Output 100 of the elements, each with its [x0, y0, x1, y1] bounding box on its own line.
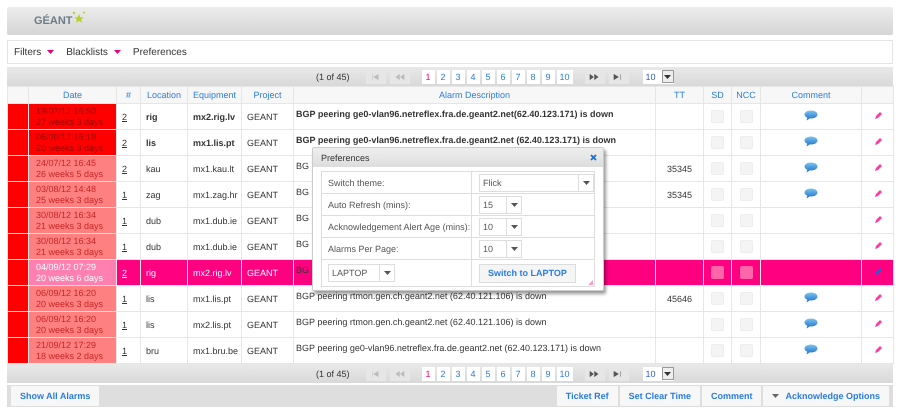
stars-icon: [70, 11, 86, 25]
ticket-cell: 45646: [656, 286, 704, 312]
column-header[interactable]: Comment: [760, 86, 862, 104]
column-header[interactable]: #: [116, 86, 140, 104]
caret-icon: [582, 180, 590, 184]
project-cell: GEANT: [242, 286, 294, 312]
page-button[interactable]: 6: [496, 70, 510, 84]
speech-bubble-icon[interactable]: [804, 110, 818, 121]
location-cell: zag: [140, 182, 188, 208]
close-icon[interactable]: [590, 154, 597, 161]
column-header[interactable]: Equipment: [188, 86, 242, 104]
page-button[interactable]: 9: [542, 70, 555, 84]
caret-icon: [664, 372, 672, 376]
action-button[interactable]: Ticket Ref: [556, 386, 618, 406]
page-button[interactable]: 7: [512, 70, 525, 84]
pencil-icon[interactable]: [874, 190, 882, 198]
speech-bubble-icon[interactable]: [804, 136, 818, 147]
page-button[interactable]: 8: [526, 70, 540, 84]
menu-item[interactable]: Blacklists: [66, 46, 121, 58]
count-link[interactable]: 1: [122, 346, 128, 356]
date-cell: 19/07/12 16:50 27 weeks 3 days: [28, 104, 116, 130]
count-link[interactable]: 1: [122, 242, 128, 252]
pencil-icon[interactable]: [874, 112, 882, 120]
column-header[interactable]: Location: [140, 86, 188, 104]
count-link[interactable]: 1: [122, 294, 128, 304]
pencil-icon[interactable]: [874, 320, 882, 328]
per-page-select[interactable]: 10: [642, 70, 674, 84]
page-button[interactable]: 9: [542, 366, 555, 380]
page-button[interactable]: 10: [556, 70, 573, 84]
count-link[interactable]: 1: [122, 216, 128, 226]
speech-bubble-icon[interactable]: [804, 318, 818, 329]
switch-button[interactable]: Switch to LAPTOP: [479, 264, 576, 282]
page-button[interactable]: 5: [482, 366, 495, 380]
ticket-cell: 35345: [656, 182, 704, 208]
caret-icon: [510, 246, 518, 250]
date-cell: 03/08/12 14:48 25 weeks 3 days: [28, 182, 116, 208]
page-button[interactable]: 1: [422, 366, 435, 380]
pencil-icon[interactable]: [874, 268, 882, 276]
pencil-icon[interactable]: [874, 164, 882, 172]
page-button[interactable]: 4: [466, 366, 480, 380]
page-button[interactable]: 8: [526, 366, 540, 380]
action-button[interactable]: Set Clear Time: [620, 386, 700, 406]
page-button[interactable]: 7: [512, 366, 525, 380]
action-button[interactable]: Comment: [702, 386, 762, 406]
column-header[interactable]: Project: [242, 86, 294, 104]
page-button[interactable]: 5: [482, 70, 495, 84]
pencil-icon[interactable]: [874, 346, 882, 354]
count-link[interactable]: 2: [122, 112, 128, 122]
per-page-select[interactable]: 10: [642, 366, 674, 380]
resize-grip-icon[interactable]: [588, 280, 593, 285]
caret-icon: [772, 394, 780, 398]
equipment-cell: mx2.rig.lv: [188, 104, 242, 130]
pencil-icon[interactable]: [874, 242, 882, 250]
page-button[interactable]: 6: [496, 366, 510, 380]
action-button[interactable]: Show All Alarms: [11, 386, 100, 406]
column-header[interactable]: SD: [704, 86, 732, 104]
count-link[interactable]: 1: [122, 320, 128, 330]
menu-item[interactable]: Filters: [14, 46, 54, 58]
project-cell: GEANT: [242, 208, 294, 234]
speech-bubble-icon[interactable]: [804, 188, 818, 199]
location-cell: lis: [140, 312, 188, 338]
checkbox[interactable]: [740, 266, 752, 279]
select-field[interactable]: LAPTOP: [328, 264, 395, 282]
column-header[interactable]: NCC: [732, 86, 760, 104]
equipment-cell: mx1.dub.ie: [188, 208, 242, 234]
page-button[interactable]: 1: [422, 70, 435, 84]
pencil-icon[interactable]: [874, 138, 882, 146]
speech-bubble-icon[interactable]: [804, 162, 818, 173]
page-button[interactable]: 3: [452, 366, 465, 380]
page-button[interactable]: 2: [436, 70, 450, 84]
date-cell: 06/09/12 16:19 20 weeks 3 days: [28, 130, 116, 156]
description-cell: BGP peering ge0-vlan96.netreflex.fra.de.geant2.net(62.40.123.171) is down: [294, 104, 656, 130]
count-link[interactable]: 2: [122, 138, 128, 148]
column-header[interactable]: Date: [28, 86, 116, 104]
page-button[interactable]: 2: [436, 366, 450, 380]
page-button[interactable]: 3: [452, 70, 465, 84]
count-link[interactable]: 2: [122, 164, 128, 174]
date-cell: 24/07/12 16:45 26 weeks 5 days: [28, 156, 116, 182]
action-button[interactable]: Acknowledge Options: [763, 386, 889, 406]
pencil-icon[interactable]: [874, 216, 882, 224]
pencil-icon[interactable]: [874, 294, 882, 302]
count-link[interactable]: 2: [122, 268, 128, 278]
select-field[interactable]: 10: [479, 218, 522, 236]
logo-text: GÉANT: [34, 15, 72, 27]
column-header[interactable]: TT: [656, 86, 704, 104]
description-cell: BGP peering rtmon.gen.ch.geant2.net (62.40.121.106) is down: [294, 312, 656, 338]
select-field[interactable]: 15: [479, 196, 522, 214]
count-link[interactable]: 1: [122, 190, 128, 200]
first-page-icon: [370, 368, 382, 378]
speech-bubble-icon[interactable]: [804, 292, 818, 303]
date-cell: 06/09/12 16:20 20 weeks 3 days: [28, 286, 116, 312]
page-button[interactable]: 10: [556, 366, 573, 380]
checkbox[interactable]: [711, 266, 724, 279]
caret-icon: [664, 74, 672, 78]
page-button[interactable]: 4: [466, 70, 480, 84]
speech-bubble-icon[interactable]: [804, 344, 818, 355]
select-field[interactable]: Flick: [479, 174, 594, 192]
menu-item[interactable]: Preferences: [132, 46, 187, 58]
column-header[interactable]: Alarm Description: [294, 86, 656, 104]
select-field[interactable]: 10: [479, 240, 522, 258]
